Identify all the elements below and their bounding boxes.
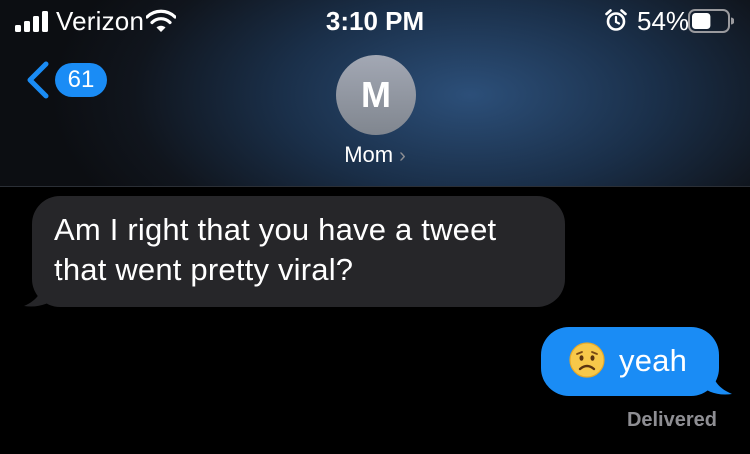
incoming-message-bubble[interactable]: Am I right that you have a tweet that we… <box>32 196 565 307</box>
battery-percent: 54% <box>637 6 690 36</box>
contact-avatar[interactable]: M <box>336 55 416 135</box>
outgoing-message-bubble[interactable]: yeah <box>541 327 719 396</box>
chevron-left-icon <box>27 61 49 99</box>
conversation-header: Verizon 3:10 PM 54% 61 M Mom › <box>0 0 750 187</box>
unread-count-badge: 61 <box>55 63 107 97</box>
battery-icon <box>688 9 734 33</box>
worried-face-icon <box>569 342 605 378</box>
contact-name: Mom <box>344 142 394 167</box>
delivery-status: Delivered <box>626 409 717 431</box>
message-text: Am I right that you have a tweet that we… <box>54 212 497 287</box>
alarm-icon <box>605 9 627 31</box>
incoming-bubble-tail <box>24 276 58 307</box>
contact-name-button[interactable]: Mom › <box>0 142 750 168</box>
message-text: yeah <box>619 343 688 378</box>
outgoing-bubble-tail <box>700 366 732 395</box>
chevron-right-icon: › <box>399 145 406 167</box>
status-bar: Verizon 3:10 PM 54% <box>0 0 750 40</box>
back-button[interactable]: 61 <box>22 60 112 100</box>
